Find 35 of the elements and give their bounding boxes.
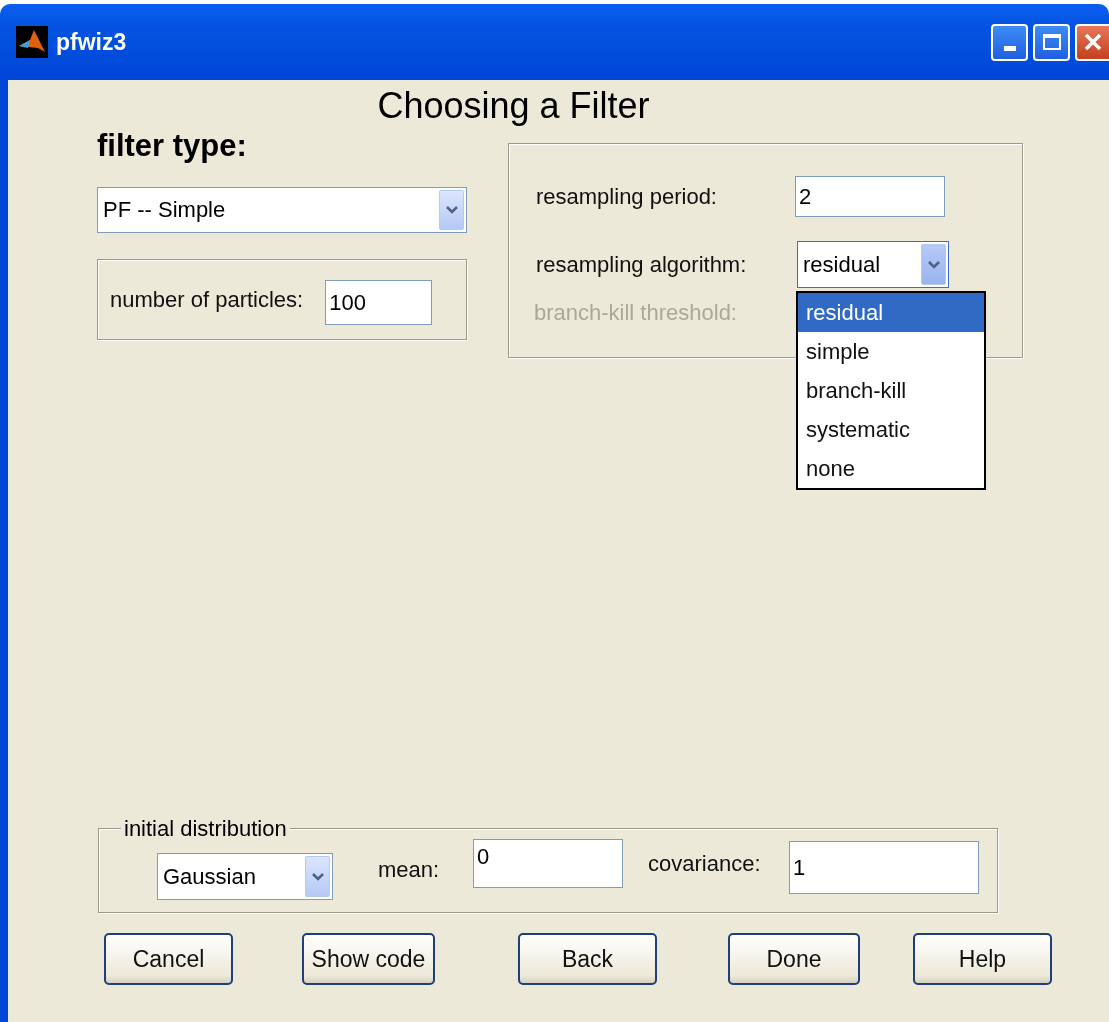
maximize-button[interactable] bbox=[1033, 23, 1070, 61]
period-label: resampling period: bbox=[536, 183, 718, 210]
chevron-down-icon bbox=[926, 259, 941, 270]
minimize-icon bbox=[1003, 45, 1016, 51]
dialog-button[interactable]: Show code bbox=[302, 933, 435, 985]
dropdown-option[interactable]: residual bbox=[798, 293, 984, 332]
app-logo-icon bbox=[16, 26, 48, 58]
particles-label: number of particles: bbox=[110, 286, 304, 313]
covariance-input[interactable]: 1 bbox=[789, 841, 979, 894]
page-heading: Choosing a Filter bbox=[376, 84, 651, 128]
covariance-label: covariance: bbox=[648, 851, 762, 877]
dropdown-option[interactable]: none bbox=[798, 449, 984, 488]
filter-type-dropdown[interactable]: PF -- Simple bbox=[97, 187, 467, 233]
dialog-button[interactable]: Cancel bbox=[104, 933, 233, 985]
dropdown-option[interactable]: systematic bbox=[798, 410, 984, 449]
particles-input[interactable]: 100 bbox=[325, 280, 433, 325]
chevron-down-icon bbox=[310, 871, 325, 882]
window-title: pfwiz3 bbox=[56, 28, 128, 56]
dialog-button[interactable]: Done bbox=[728, 933, 860, 985]
dropdown-option[interactable]: simple bbox=[798, 332, 984, 371]
filter-type-label: filter type: bbox=[97, 128, 248, 164]
close-icon bbox=[1082, 31, 1104, 53]
chevron-down-icon bbox=[444, 205, 459, 215]
dialog-button[interactable]: Help bbox=[913, 933, 1052, 985]
mean-label: mean: bbox=[378, 857, 441, 883]
dialog-button[interactable]: Back bbox=[518, 933, 657, 985]
close-button[interactable] bbox=[1075, 23, 1109, 61]
threshold-label: branch-kill threshold: bbox=[534, 300, 737, 326]
minimize-button[interactable] bbox=[991, 23, 1028, 61]
maximize-icon bbox=[1041, 33, 1062, 51]
mean-input[interactable]: 0 bbox=[473, 839, 623, 888]
period-input[interactable]: 2 bbox=[795, 176, 945, 217]
algorithm-label: resampling algorithm: bbox=[536, 251, 748, 278]
dropdown-option[interactable]: branch-kill bbox=[798, 371, 984, 410]
distribution-dropdown[interactable]: Gaussian bbox=[157, 853, 333, 900]
